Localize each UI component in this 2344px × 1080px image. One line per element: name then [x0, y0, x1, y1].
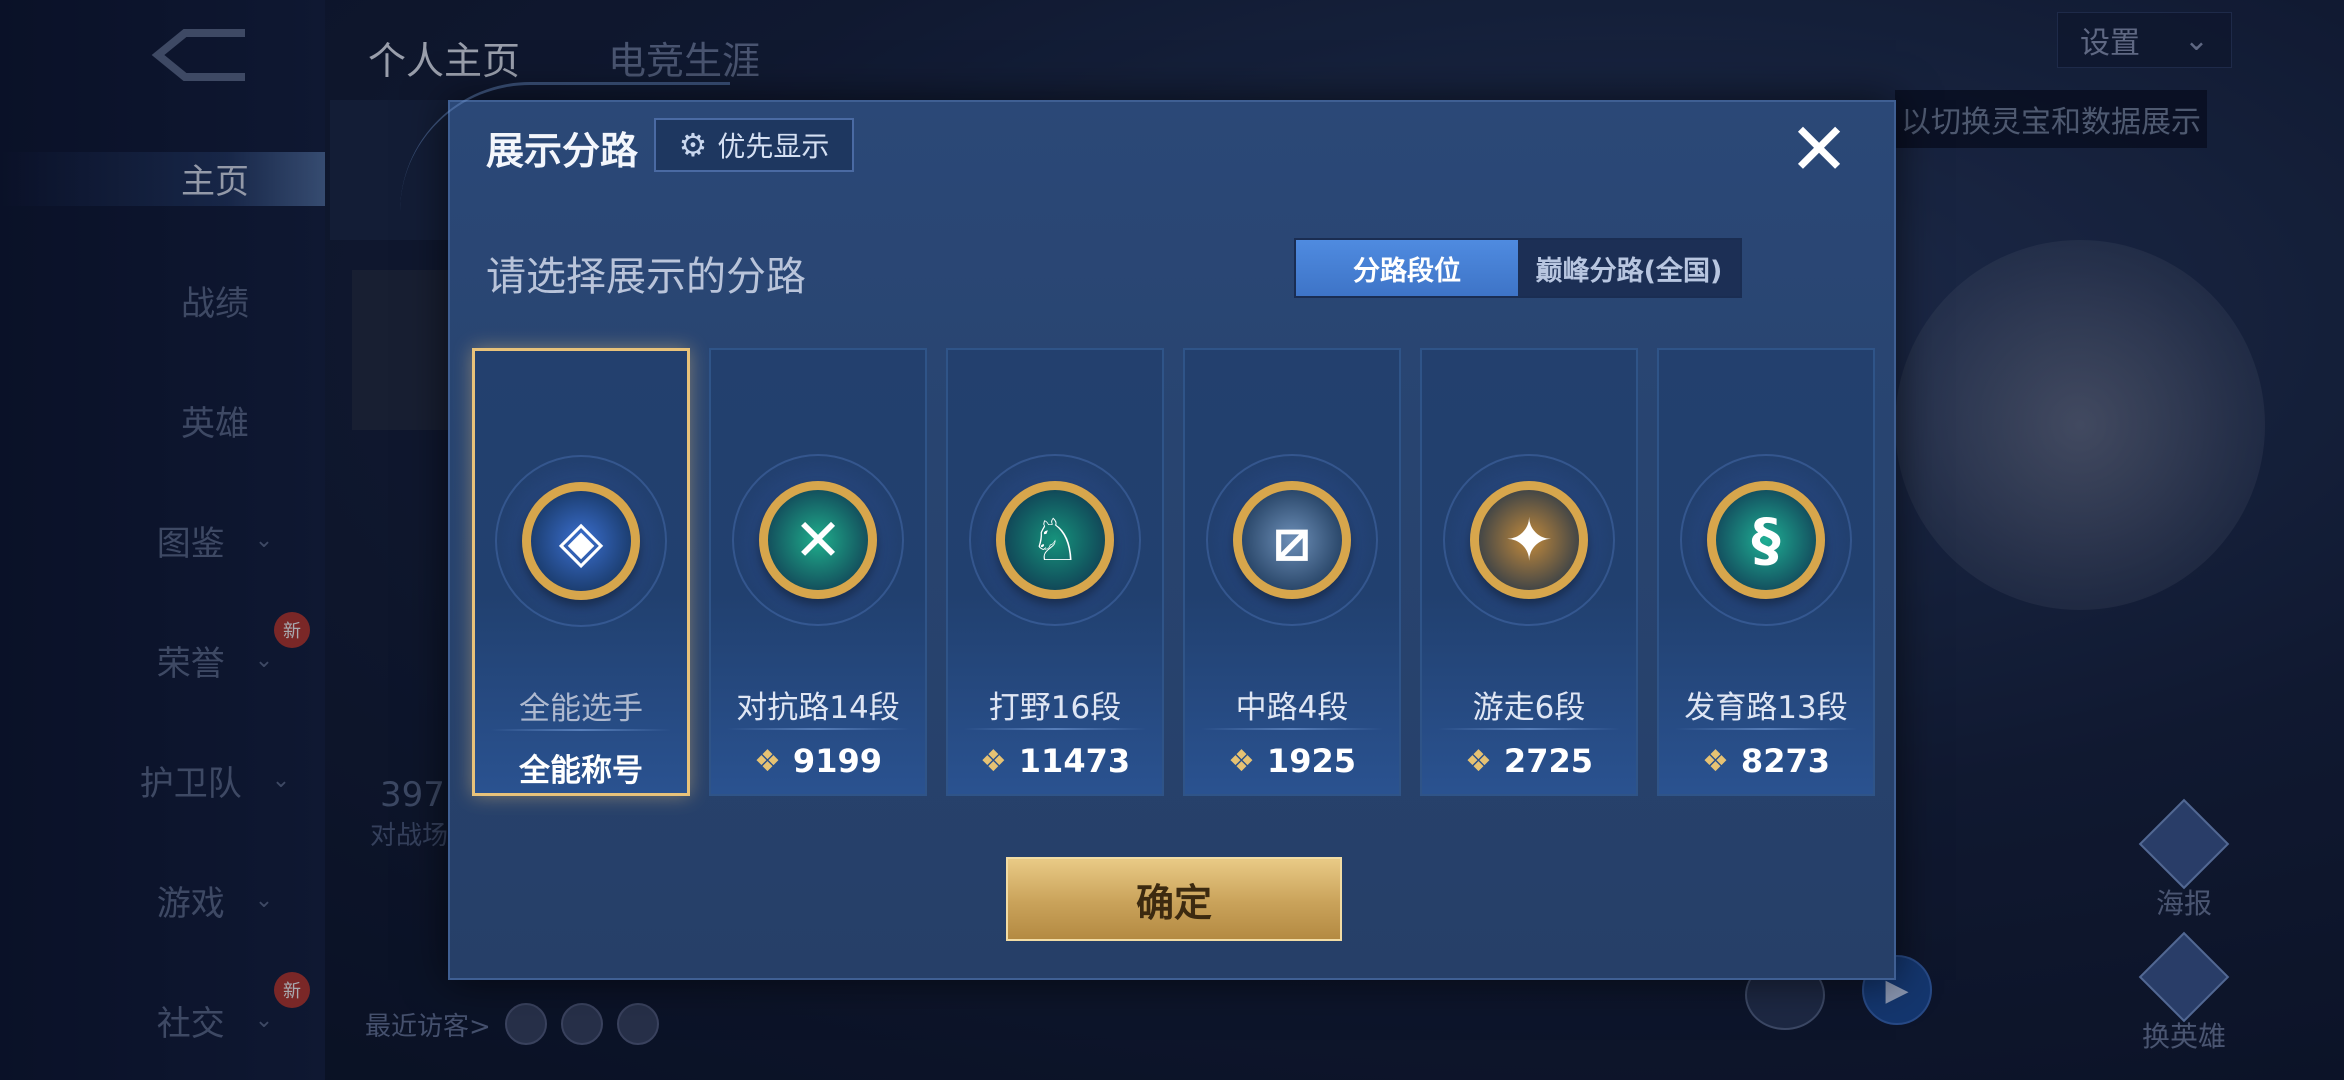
close-button[interactable]: ✕	[1784, 107, 1854, 191]
dialog-title: 展示分路	[486, 129, 639, 173]
lane-score-value: 1925	[1266, 742, 1356, 780]
lane-score: ❖ 8273	[1659, 742, 1873, 780]
clash-lane-icon: ✕	[759, 481, 877, 599]
divider	[491, 729, 671, 731]
divider	[727, 728, 909, 730]
lane-card[interactable]: ◈ 全能选手全能称号	[472, 348, 690, 796]
lane-display-dialog: 展示分路 ⚙ 优先显示 ✕ 请选择展示的分路 分路段位 巅峰分路(全国) ◈ 全能…	[400, 82, 1896, 980]
priority-display-label: 优先显示	[717, 130, 830, 163]
lane-card[interactable]: ♘ 打野16段 ❖ 11473	[946, 348, 1164, 796]
lane-badge-frame: ♘	[969, 454, 1141, 626]
lane-badge-frame: ✕	[732, 454, 904, 626]
lane-card-label: 中路4段	[1235, 690, 1349, 726]
divider	[1438, 728, 1620, 730]
farm-lane-icon: §	[1707, 481, 1825, 599]
lane-card[interactable]: ✕ 对抗路14段 ❖ 9199	[709, 348, 927, 796]
score-icon: ❖	[979, 743, 1007, 779]
lane-card[interactable]: ✦ 游走6段 ❖ 2725	[1420, 348, 1638, 796]
close-icon: ✕	[1788, 107, 1850, 191]
score-icon: ❖	[754, 743, 781, 779]
confirm-button[interactable]: 确定	[1006, 857, 1342, 941]
lane-card-label: 全能选手	[519, 691, 643, 727]
divider	[964, 728, 1146, 730]
lane-card-title: 全能称号	[519, 753, 643, 789]
jungle-icon: ♘	[996, 481, 1114, 599]
tab-lane-rank[interactable]: 分路段位	[1296, 240, 1518, 296]
lane-badge-frame: ◈	[495, 455, 667, 627]
gear-icon: ⚙	[678, 126, 708, 164]
lane-score-value: 11473	[1018, 742, 1131, 780]
dialog-subtitle: 请选择展示的分路	[486, 254, 806, 300]
lane-badge-frame: ⧄	[1206, 454, 1378, 626]
tab-peak-lane-national[interactable]: 巅峰分路(全国)	[1518, 240, 1740, 296]
divider	[1675, 728, 1857, 730]
lane-badge-frame: ✦	[1443, 454, 1615, 626]
lane-card-label: 打野16段	[988, 690, 1122, 726]
lane-score: ❖ 1925	[1185, 742, 1399, 780]
lane-score-value: 8273	[1740, 742, 1830, 780]
mid-lane-icon: ⧄	[1233, 481, 1351, 599]
score-icon: ❖	[1465, 743, 1492, 779]
roam-icon: ✦	[1470, 481, 1588, 599]
lane-card[interactable]: ⧄ 中路4段 ❖ 1925	[1183, 348, 1401, 796]
score-icon: ❖	[1228, 743, 1255, 779]
lane-score: ❖ 2725	[1422, 742, 1636, 780]
allround-icon: ◈	[522, 482, 640, 600]
lane-score: ❖ 11473	[948, 742, 1162, 780]
lane-card-label: 对抗路14段	[736, 690, 900, 726]
priority-display-button[interactable]: ⚙ 优先显示	[654, 118, 854, 172]
lane-score-value: 9199	[792, 742, 882, 780]
score-icon: ❖	[1702, 743, 1729, 779]
lane-score-value: 2725	[1503, 742, 1593, 780]
lane-card-list: ◈ 全能选手全能称号 ✕ 对抗路14段 ❖ 9199 ♘ 打野16段 ❖ 11473 ⧄ 中路4段 ❖ 1…	[472, 348, 1876, 796]
lane-badge-frame: §	[1680, 454, 1852, 626]
lane-card-label: 游走6段	[1472, 690, 1586, 726]
lane-card[interactable]: § 发育路13段 ❖ 8273	[1657, 348, 1875, 796]
divider	[1201, 728, 1383, 730]
lane-card-label: 发育路13段	[1684, 690, 1848, 726]
lane-score: ❖ 9199	[711, 742, 925, 780]
lane-mode-toggle: 分路段位 巅峰分路(全国)	[1294, 238, 1742, 298]
